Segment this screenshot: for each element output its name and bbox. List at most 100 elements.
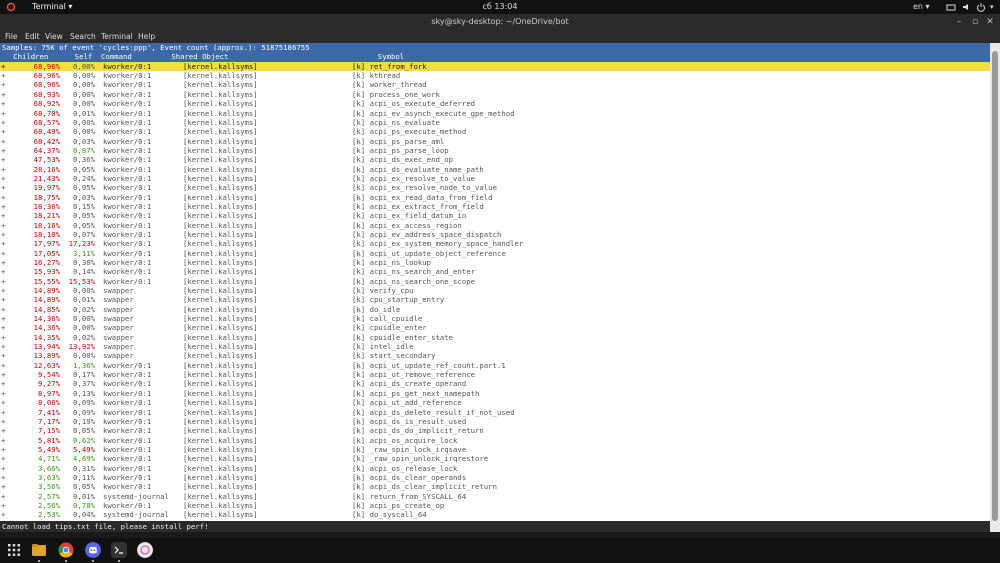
perf-row[interactable]: +17,05% 3,11% kworker/0:1 [kernel.kallsyms]… xyxy=(0,249,990,258)
perf-row[interactable]: +13,94% 13,92% swapper [kernel.kallsyms] [k]… xyxy=(0,342,990,351)
expand-toggle[interactable]: + xyxy=(1,202,5,211)
perf-row[interactable]: +9,27% 0,37% kworker/0:1 [kernel.kallsyms][… xyxy=(0,379,990,388)
expand-toggle[interactable]: + xyxy=(1,221,5,230)
expand-toggle[interactable]: + xyxy=(1,445,5,454)
expand-toggle[interactable]: + xyxy=(1,351,5,360)
expand-toggle[interactable]: + xyxy=(1,492,5,501)
files-icon[interactable] xyxy=(31,542,47,558)
perf-row-selected[interactable]: +68,96% 0,00% kworker/0:1 [kernel.kallsyms]… xyxy=(0,61,990,72)
menu-edit[interactable]: Edit xyxy=(25,31,40,42)
perf-row[interactable]: +12,63% 1,36% kworker/0:1 [kernel.kallsyms]… xyxy=(0,361,990,370)
expand-toggle[interactable]: + xyxy=(1,183,5,192)
power-icon[interactable] xyxy=(976,2,986,12)
perf-row[interactable]: +15,93% 0,14% kworker/0:1 [kernel.kallsyms]… xyxy=(0,267,990,276)
chrome-icon[interactable] xyxy=(58,542,74,558)
expand-toggle[interactable]: + xyxy=(1,473,5,482)
menu-terminal[interactable]: Terminal xyxy=(101,31,133,42)
expand-toggle[interactable]: + xyxy=(1,295,5,304)
scrollbar-thumb[interactable] xyxy=(992,51,998,521)
perf-row[interactable]: +7,17% 0,19% kworker/0:1 [kernel.kallsyms][… xyxy=(0,417,990,426)
expand-toggle[interactable]: + xyxy=(1,211,5,220)
app-icon[interactable] xyxy=(137,542,153,558)
perf-row[interactable]: +19,97% 0,05% kworker/0:1 [kernel.kallsyms]… xyxy=(0,183,990,192)
perf-row[interactable]: +18,10% 0,07% kworker/0:1 [kernel.kallsyms]… xyxy=(0,230,990,239)
expand-toggle[interactable]: + xyxy=(1,408,5,417)
perf-row[interactable]: +14,36% 0,00% swapper [kernel.kallsyms] [k] … xyxy=(0,314,990,323)
chevron-down-icon[interactable]: ▾ xyxy=(990,2,1000,12)
expand-toggle[interactable]: + xyxy=(1,286,5,295)
volume-icon[interactable] xyxy=(962,2,972,12)
expand-toggle[interactable]: + xyxy=(1,482,5,491)
expand-toggle[interactable]: + xyxy=(1,501,5,510)
perf-row[interactable]: +2,57% 0,01% systemd-journal [kernel.kallsy… xyxy=(0,492,990,501)
language-indicator[interactable]: en ▾ xyxy=(913,1,930,13)
terminal-icon[interactable] xyxy=(111,542,127,558)
perf-row[interactable]: +21,43% 0,24% kworker/0:1 [kernel.kallsyms]… xyxy=(0,174,990,183)
perf-row[interactable]: +3,66% 0,31% kworker/0:1 [kernel.kallsyms][… xyxy=(0,464,990,473)
perf-row[interactable]: +18,75% 0,03% kworker/0:1 [kernel.kallsyms]… xyxy=(0,193,990,202)
expand-toggle[interactable]: + xyxy=(1,333,5,342)
network-icon[interactable] xyxy=(946,2,956,12)
expand-toggle[interactable]: + xyxy=(1,62,5,71)
perf-row[interactable]: +15,55% 15,53% kworker/0:1 [kernel.kallsyms… xyxy=(0,277,990,286)
expand-toggle[interactable]: + xyxy=(1,277,5,286)
expand-toggle[interactable]: + xyxy=(1,417,5,426)
perf-row[interactable]: +14,85% 0,02% swapper [kernel.kallsyms] [k] … xyxy=(0,305,990,314)
discord-icon[interactable] xyxy=(85,542,101,558)
expand-toggle[interactable]: + xyxy=(1,305,5,314)
menu-search[interactable]: Search xyxy=(70,31,96,42)
expand-toggle[interactable]: + xyxy=(1,239,5,248)
expand-toggle[interactable]: + xyxy=(1,342,5,351)
expand-toggle[interactable]: + xyxy=(1,370,5,379)
expand-toggle[interactable]: + xyxy=(1,127,5,136)
expand-toggle[interactable]: + xyxy=(1,426,5,435)
expand-toggle[interactable]: + xyxy=(1,193,5,202)
perf-row[interactable]: +16,27% 0,30% kworker/0:1 [kernel.kallsyms]… xyxy=(0,258,990,267)
expand-toggle[interactable]: + xyxy=(1,510,5,519)
perf-row[interactable]: +5,49% 5,49% kworker/0:1 [kernel.kallsyms][… xyxy=(0,445,990,454)
expand-toggle[interactable]: + xyxy=(1,155,5,164)
expand-toggle[interactable]: + xyxy=(1,389,5,398)
expand-toggle[interactable]: + xyxy=(1,249,5,258)
perf-row[interactable]: +68,92% 0,00% kworker/0:1 [kernel.kallsyms]… xyxy=(0,99,990,108)
menu-help[interactable]: Help xyxy=(138,31,155,42)
expand-toggle[interactable]: + xyxy=(1,323,5,332)
perf-row[interactable]: +2,56% 0,78% kworker/0:1 [kernel.kallsyms][… xyxy=(0,501,990,510)
perf-row[interactable]: +3,63% 0,11% kworker/0:1 [kernel.kallsyms][… xyxy=(0,473,990,482)
expand-toggle[interactable]: + xyxy=(1,80,5,89)
perf-row[interactable]: +68,57% 0,00% kworker/0:1 [kernel.kallsyms]… xyxy=(0,118,990,127)
clock[interactable]: сб 13:04 xyxy=(0,1,1000,13)
expand-toggle[interactable]: + xyxy=(1,361,5,370)
expand-toggle[interactable]: + xyxy=(1,436,5,445)
perf-row[interactable]: +18,36% 0,15% kworker/0:1 [kernel.kallsyms]… xyxy=(0,202,990,211)
expand-toggle[interactable]: + xyxy=(1,258,5,267)
expand-toggle[interactable]: + xyxy=(1,379,5,388)
expand-toggle[interactable]: + xyxy=(1,109,5,118)
terminal-view[interactable]: Samples: 75K of event 'cycles:ppp', Even… xyxy=(0,43,990,532)
expand-toggle[interactable]: + xyxy=(1,230,5,239)
perf-row[interactable]: +7,41% 0,09% kworker/0:1 [kernel.kallsyms][… xyxy=(0,408,990,417)
perf-row[interactable]: +17,97% 17,23% kworker/0:1 [kernel.kallsyms… xyxy=(0,239,990,248)
perf-row[interactable]: +13,89% 0,00% swapper [kernel.kallsyms] [k] … xyxy=(0,351,990,360)
minimize-icon[interactable]: – xyxy=(954,17,964,27)
perf-row[interactable]: +3,56% 0,05% kworker/0:1 [kernel.kallsyms][… xyxy=(0,482,990,491)
perf-row[interactable]: +18,16% 0,05% kworker/0:1 [kernel.kallsyms]… xyxy=(0,221,990,230)
expand-toggle[interactable]: + xyxy=(1,90,5,99)
perf-row[interactable]: +9,54% 0,17% kworker/0:1 [kernel.kallsyms][… xyxy=(0,370,990,379)
perf-row[interactable]: +8,97% 0,13% kworker/0:1 [kernel.kallsyms][… xyxy=(0,389,990,398)
expand-toggle[interactable]: + xyxy=(1,454,5,463)
perf-row[interactable]: +2,53% 0,04% systemd-journal [kernel.kallsy… xyxy=(0,510,990,519)
perf-row[interactable]: +5,81% 0,62% kworker/0:1 [kernel.kallsyms][… xyxy=(0,436,990,445)
perf-row[interactable]: +8,06% 0,09% kworker/0:1 [kernel.kallsyms][… xyxy=(0,398,990,407)
expand-toggle[interactable]: + xyxy=(1,314,5,323)
maximize-icon[interactable]: ▫ xyxy=(970,17,980,27)
perf-row[interactable]: +4,71% 4,69% kworker/0:1 [kernel.kallsyms][… xyxy=(0,454,990,463)
menu-file[interactable]: File xyxy=(5,31,18,42)
expand-toggle[interactable]: + xyxy=(1,137,5,146)
perf-row[interactable]: +14,89% 0,01% swapper [kernel.kallsyms] [k] … xyxy=(0,295,990,304)
perf-row[interactable]: +68,49% 0,00% kworker/0:1 [kernel.kallsyms]… xyxy=(0,127,990,136)
expand-toggle[interactable]: + xyxy=(1,165,5,174)
perf-row[interactable]: +14,35% 0,02% swapper [kernel.kallsyms] [k] … xyxy=(0,333,990,342)
expand-toggle[interactable]: + xyxy=(1,146,5,155)
menu-view[interactable]: View xyxy=(45,31,63,42)
